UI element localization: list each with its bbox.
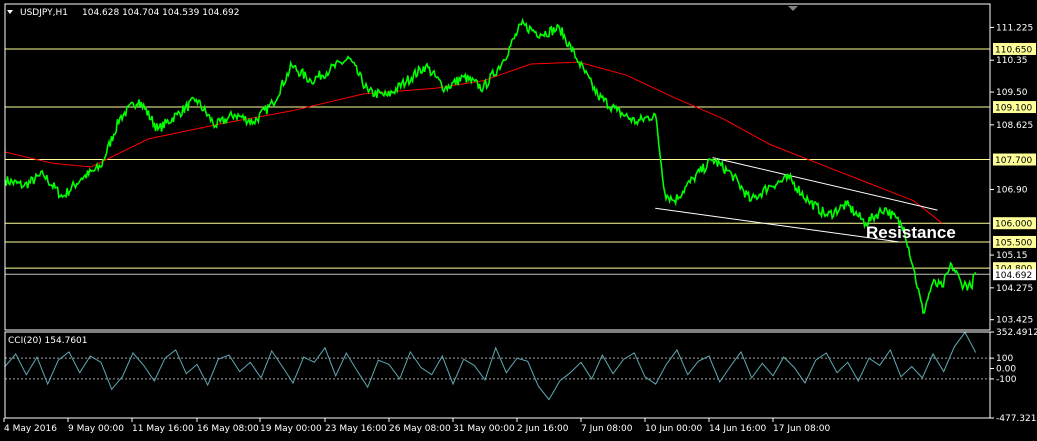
time-tick-label-3: 16 May 08:00 xyxy=(197,424,259,434)
level-tag-text-3: 106.000 xyxy=(995,220,1032,230)
symbol-label: USDJPY,H1 xyxy=(20,8,68,18)
cci-tick-label-3: -100 xyxy=(996,375,1017,385)
moving-average-line xyxy=(4,61,943,224)
cci-levels xyxy=(5,357,990,380)
chart-frame xyxy=(4,3,991,419)
time-tick-label-5: 23 May 16:00 xyxy=(325,424,387,434)
price-tick-label-0: 111.225 xyxy=(996,23,1033,33)
time-axis-labels: 4 May 2016 9 May 00:00 11 May 16:00 16 May … xyxy=(3,418,830,434)
level-labels: 110.650109.100107.700106.000105.500104.8… xyxy=(993,42,1036,281)
chart-shift-marker-icon[interactable] xyxy=(788,6,798,11)
ohlc-readout: 104.628 104.704 104.539 104.692 xyxy=(82,8,239,18)
cci-axis-ticks: 352.4912 1000.00-100 -477.3213 xyxy=(990,328,1037,424)
price-pane-border xyxy=(4,3,991,331)
level-tag-text-4: 105.500 xyxy=(995,238,1032,248)
time-tick-label-0: 4 May 2016 xyxy=(4,424,57,434)
price-tick-label-4: 106.90 xyxy=(996,185,1028,195)
level-tag-text-2: 107.700 xyxy=(995,156,1032,166)
current-price-text: 104.692 xyxy=(995,271,1032,281)
time-tick-label-10: 10 Jun 00:00 xyxy=(645,424,702,434)
symbol-dropdown-icon[interactable] xyxy=(7,10,13,14)
cci-pane-border xyxy=(4,331,991,419)
time-tick-label-2: 11 May 16:00 xyxy=(132,424,194,434)
level-tag-text-0: 110.650 xyxy=(995,45,1032,55)
price-tick-label-5: 105.15 xyxy=(996,251,1028,261)
cci-label: CCI(20) 154.7601 xyxy=(8,336,88,346)
price-line xyxy=(4,17,977,315)
price-tick-label-6: 104.275 xyxy=(996,284,1033,294)
cci-tick-label-4: -477.3213 xyxy=(996,414,1037,424)
cci-pane: 352.4912 1000.00-100 -477.3213 CCI(20) 154… xyxy=(4,328,1037,424)
time-tick-label-9: 7 Jun 08:00 xyxy=(581,424,633,434)
time-tick-label-4: 19 May 00:00 xyxy=(260,424,322,434)
price-tick-label-7: 103.425 xyxy=(996,316,1033,326)
horizontal-levels xyxy=(5,48,990,275)
cci-tick-label-2: 0.00 xyxy=(996,365,1016,375)
price-tick-label-3: 108.625 xyxy=(996,121,1033,131)
price-pane: 110.650109.100107.700106.000105.500104.8… xyxy=(4,6,1036,326)
time-tick-label-11: 14 Jun 16:00 xyxy=(709,424,766,434)
time-tick-label-7: 31 May 00:00 xyxy=(453,424,515,434)
time-tick-label-12: 17 Jun 08:00 xyxy=(773,424,830,434)
level-tag-text-1: 109.100 xyxy=(995,104,1032,114)
time-tick-label-8: 2 Jun 16:00 xyxy=(517,424,569,434)
time-tick-label-6: 26 May 08:00 xyxy=(389,424,451,434)
cci-line xyxy=(4,331,977,401)
trendline-1[interactable] xyxy=(655,207,900,243)
price-tick-label-2: 109.50 xyxy=(996,88,1028,98)
price-tick-label-1: 110.35 xyxy=(996,56,1028,66)
trendline-0[interactable] xyxy=(712,157,938,211)
resistance-annotation: Resistance xyxy=(866,223,956,242)
cci-tick-label-1: 100 xyxy=(996,354,1013,364)
time-tick-label-1: 9 May 00:00 xyxy=(68,424,124,434)
chart: 110.650109.100107.700106.000105.500104.8… xyxy=(3,3,1037,434)
cci-tick-label-0: 352.4912 xyxy=(996,328,1037,338)
